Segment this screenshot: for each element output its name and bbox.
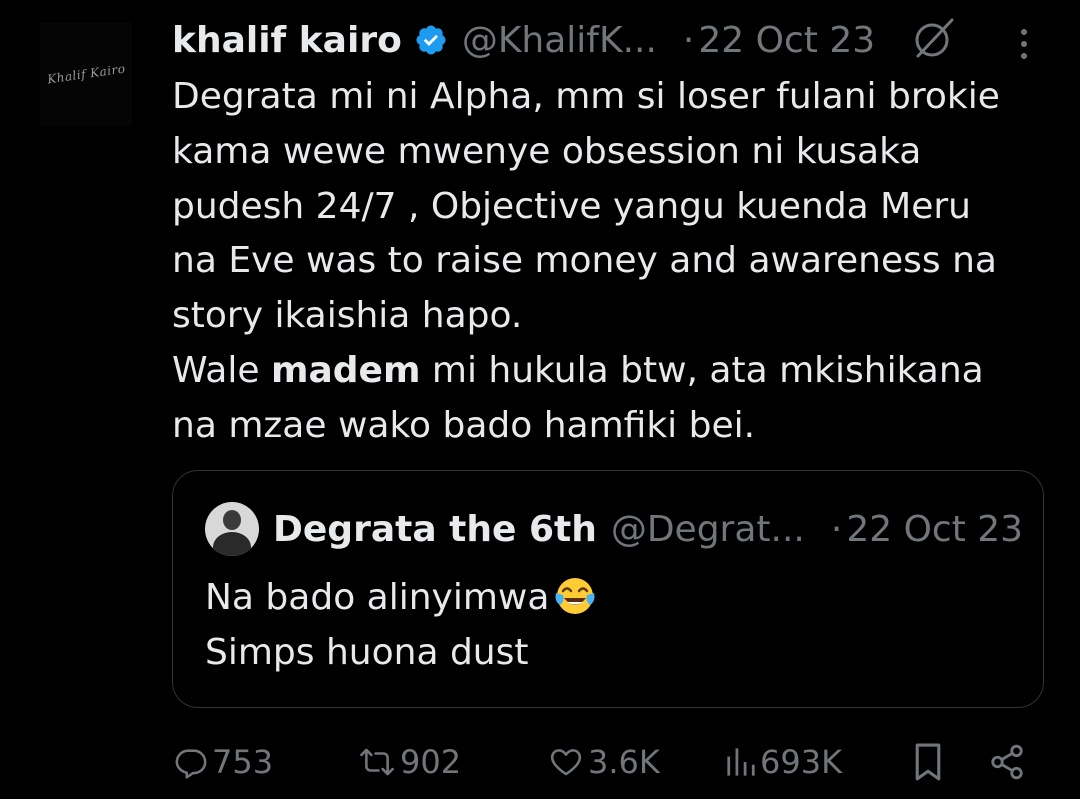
views-count: 693K	[760, 743, 843, 781]
quoted-author-avatar[interactable]	[205, 502, 259, 556]
like-count: 3.6K	[588, 743, 660, 781]
repost-button[interactable]: 902	[358, 736, 461, 788]
quoted-header-separator: ·	[830, 508, 843, 550]
avatar-head-shape	[223, 510, 241, 530]
quoted-tweet-card[interactable]: Degrata the 6th @Degrat... · 22 Oct 23 N…	[172, 470, 1044, 708]
reply-count: 753	[212, 743, 274, 781]
quoted-text-fragment: Na bado alinyimwa	[205, 577, 550, 618]
tweet-date[interactable]: 22 Oct 23	[698, 20, 875, 61]
reply-icon	[175, 749, 207, 779]
tweet-text-line: story ikaishia hapo.	[172, 295, 523, 337]
share-icon	[991, 744, 1023, 780]
views-icon	[727, 748, 755, 776]
share-button[interactable]	[988, 736, 1026, 788]
tweet-text-fragment: Wale	[172, 349, 271, 391]
tweet-text-line: pudesh 24/7 , Objective yangu kuenda Mer…	[172, 185, 971, 227]
tweet-text: Degrata mi ni Alpha, mm si loser fulani …	[172, 70, 1052, 454]
bookmark-icon	[915, 743, 941, 781]
face-with-tears-of-joy-icon	[555, 578, 595, 614]
bookmark-button[interactable]	[912, 736, 944, 788]
quoted-text-line: Na bado alinyimwa	[205, 571, 597, 626]
tweet-text-line: na mzae wako bado hamfiki bei.	[172, 404, 756, 446]
avatar-signature: Khalif Kairo	[46, 61, 126, 87]
header-separator: ·	[682, 19, 695, 61]
grok-icon[interactable]	[912, 16, 956, 60]
tweet-header: khalif kairo @KhalifK... · 22 Oct 23	[172, 14, 1052, 66]
tweet-text-line: na Eve was to raise money and awareness …	[172, 240, 997, 282]
author-avatar[interactable]: Khalif Kairo	[40, 22, 132, 126]
avatar-shoulders-shape	[213, 532, 251, 556]
like-button[interactable]: 3.6K	[548, 736, 660, 788]
tweet-text-line: Wale madem mi hukula btw, ata mkishikana	[172, 344, 1052, 399]
quoted-author-display-name[interactable]: Degrata the 6th	[273, 509, 597, 550]
quoted-tweet-header: Degrata the 6th @Degrat... · 22 Oct 23	[205, 501, 1023, 557]
tweet-text-bold: madem	[270, 349, 421, 391]
reply-button[interactable]: 753	[174, 736, 273, 788]
quoted-tweet-date[interactable]: 22 Oct 23	[846, 509, 1023, 550]
views-button[interactable]: 693K	[726, 736, 842, 788]
tweet-text-fragment: mi hukula btw, ata mkishikana	[420, 349, 984, 391]
verified-badge-icon	[416, 25, 446, 55]
heart-icon	[550, 749, 582, 776]
more-options-icon[interactable]	[1014, 24, 1034, 64]
author-display-name[interactable]: khalif kairo	[172, 20, 402, 61]
quoted-text-line: Simps huona dust	[205, 631, 529, 673]
tweet-text-line: Degrata mi ni Alpha, mm si loser fulani …	[172, 76, 1000, 117]
quoted-tweet-text: Na bado alinyimwa Simps huona dust	[205, 571, 597, 681]
tweet-actions-bar: 753 902 3.6K 693K	[172, 736, 1052, 788]
tweet-text-line: kama wewe mwenye obsession ni kusaka	[172, 130, 922, 172]
repost-count: 902	[400, 743, 462, 781]
repost-icon	[360, 748, 394, 776]
author-handle[interactable]: @KhalifK...	[462, 20, 657, 61]
quoted-author-handle[interactable]: @Degrat...	[611, 509, 805, 550]
